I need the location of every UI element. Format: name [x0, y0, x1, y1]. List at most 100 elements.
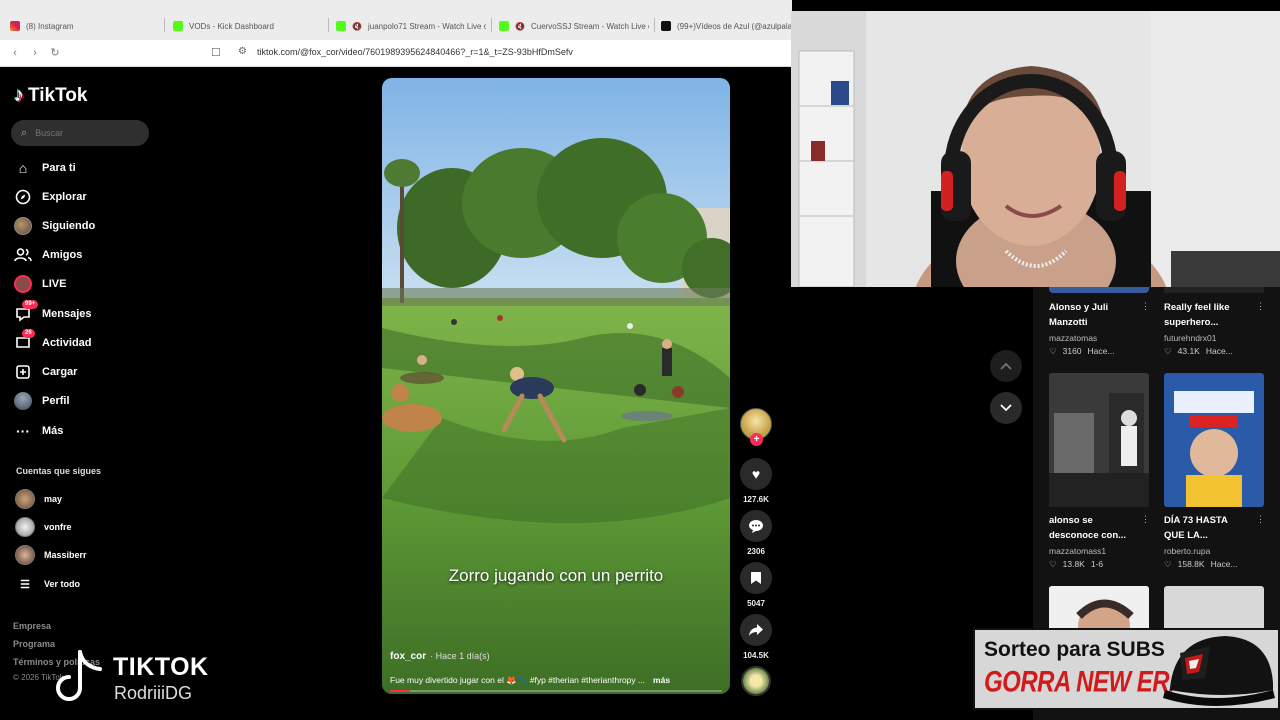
browser-tab-cuervo[interactable]: 🔇 CuervoSSJ Stream - Watch Live o	[499, 14, 649, 38]
card-menu-icon[interactable]: ⋮	[1141, 301, 1150, 312]
sidebar-item-amigos[interactable]: Amigos	[14, 244, 82, 266]
friends-icon	[14, 246, 32, 264]
related-card-2[interactable]: Really feel like superhero... futurehndr…	[1164, 300, 1244, 357]
card-title[interactable]: DÍA 73 HASTA QUE LA...	[1164, 513, 1244, 543]
related-card-3[interactable]: alonso se desconoce con... mazzatomass1 …	[1049, 513, 1129, 570]
card-menu-icon[interactable]: ⋮	[1141, 514, 1150, 525]
scroll-up-button[interactable]	[990, 350, 1022, 382]
activity-icon: 26	[14, 329, 35, 352]
following-account-name: Massiberr	[44, 550, 87, 560]
footer-link-empresa[interactable]: Empresa	[13, 621, 51, 631]
more-link[interactable]: más	[653, 675, 670, 686]
avatar	[15, 545, 35, 565]
card-time: 1-6	[1090, 559, 1104, 569]
heart-outline-icon: ♡	[1164, 559, 1172, 569]
card-menu-icon[interactable]: ⋮	[1256, 514, 1265, 525]
card-user[interactable]: roberto.rupa	[1164, 546, 1244, 556]
video-player[interactable]: Zorro jugando con un perrito fox_cor · H…	[382, 78, 730, 694]
sidebar-item-cargar[interactable]: Cargar	[14, 361, 77, 383]
tab-title: CuervoSSJ Stream - Watch Live o	[530, 21, 649, 31]
comment-button[interactable]: 2306	[740, 510, 772, 556]
watermark-brand: TIKTOK	[113, 653, 209, 681]
forward-arrow-icon[interactable]: ›	[28, 46, 42, 60]
search-input[interactable]	[35, 128, 126, 138]
card-user[interactable]: futurehndrx01	[1164, 333, 1244, 343]
tiktok-logo[interactable]: ♪ TikTok	[14, 84, 87, 107]
search-box[interactable]: ⌕	[11, 120, 149, 146]
reload-icon[interactable]: ↻	[48, 46, 62, 60]
card-time: Hace...	[1087, 346, 1115, 356]
related-thumbnail-3[interactable]	[1049, 373, 1149, 507]
card-likes: 13.8K	[1062, 559, 1085, 569]
card-user[interactable]: mazzatomass1	[1049, 546, 1129, 556]
video-progress-fill	[390, 690, 410, 692]
music-disc-icon[interactable]	[741, 666, 771, 696]
card-title[interactable]: Really feel like superhero...	[1164, 300, 1244, 330]
browser-tab-kick-dashboard[interactable]: VODs - Kick Dashboard	[173, 14, 323, 38]
card-menu-icon[interactable]: ⋮	[1256, 301, 1265, 312]
see-all-link[interactable]: ☰ Ver todo	[15, 574, 80, 594]
follow-plus-icon[interactable]: +	[750, 433, 763, 446]
sidebar-item-live[interactable]: LIVE	[14, 273, 66, 295]
profile-avatar	[14, 392, 32, 410]
video-username[interactable]: fox_cor	[390, 651, 426, 662]
video-description: Fue muy divertido jugar con el 🦊🐾 #fyp #…	[390, 675, 646, 685]
tab-title: (99+)Vídeos de Azul (@azulpalar	[677, 21, 791, 31]
related-thumbnail-4[interactable]	[1164, 373, 1264, 507]
site-settings-icon[interactable]: ⚙	[238, 46, 247, 57]
browser-tab-juanpolo[interactable]: 🔇 juanpolo71 Stream - Watch Live o	[336, 14, 486, 38]
card-title[interactable]: Alonso y Juli Manzotti	[1049, 300, 1129, 330]
instagram-icon	[10, 21, 20, 31]
more-icon: ···	[16, 423, 30, 439]
sidebar-item-mensajes[interactable]: 99+ Mensajes	[14, 300, 92, 325]
kick-icon	[499, 21, 509, 31]
sidebar-item-mas[interactable]: ··· Más	[14, 420, 63, 442]
card-title[interactable]: alonso se desconoce con...	[1049, 513, 1129, 543]
following-account-massiberr[interactable]: Massiberr	[15, 545, 87, 565]
sidebar-item-perfil[interactable]: Perfil	[14, 390, 70, 412]
home-icon: ⌂	[18, 160, 28, 176]
avatar	[15, 489, 35, 509]
sidebar-item-explorar[interactable]: Explorar	[14, 186, 87, 208]
browser-tab-tiktok[interactable]: (99+)Vídeos de Azul (@azulpalar	[661, 14, 791, 38]
sidebar-item-para-ti[interactable]: ⌂ Para ti	[14, 157, 76, 179]
save-button[interactable]: 5047	[740, 562, 772, 608]
watermark-username: RodriiiDG	[114, 683, 193, 703]
following-account-may[interactable]: may	[15, 489, 62, 509]
sidebar-item-label: Perfil	[42, 395, 70, 407]
related-card-1[interactable]: Alonso y Juli Manzotti mazzatomas ♡ 3160…	[1049, 300, 1129, 357]
save-count: 5047	[747, 599, 765, 608]
like-button[interactable]: ♥ 127.6K	[740, 458, 772, 504]
sidebar-item-siguiendo[interactable]: Siguiendo	[14, 215, 95, 237]
muted-speaker-icon[interactable]: 🔇	[352, 22, 362, 31]
footer-link-programa[interactable]: Programa	[13, 639, 55, 649]
heart-icon: ♥	[740, 458, 772, 490]
address-bar: ‹ › ↻ ☐ ⚙ tiktok.com/@fox_cor/video/7601…	[0, 40, 792, 67]
card-user[interactable]: mazzatomas	[1049, 333, 1129, 343]
avatar	[14, 217, 32, 235]
browser-tab-instagram[interactable]: (8) Instagram	[10, 14, 160, 38]
tiktok-watermark-icon	[56, 650, 102, 701]
back-arrow-icon[interactable]: ‹	[8, 46, 22, 60]
related-card-4[interactable]: DÍA 73 HASTA QUE LA... roberto.rupa ♡ 15…	[1164, 513, 1244, 570]
tab-separator	[491, 18, 492, 32]
bookmark-icon[interactable]: ☐	[211, 46, 221, 59]
sidebar-item-label: Amigos	[42, 249, 83, 261]
comment-count: 2306	[747, 547, 765, 556]
scroll-down-button[interactable]	[990, 392, 1022, 424]
following-account-vonfre[interactable]: vonfre	[15, 517, 72, 537]
video-author[interactable]: fox_cor · Hace 1 día(s)	[390, 651, 490, 662]
video-progress-bar[interactable]	[390, 690, 722, 692]
chevron-up-icon	[1000, 362, 1012, 370]
browser-tab-bar: (8) Instagram VODs - Kick Dashboard 🔇 ju…	[0, 0, 792, 40]
activity-badge: 26	[22, 329, 35, 338]
muted-speaker-icon[interactable]: 🔇	[515, 22, 525, 31]
search-icon: ⌕	[21, 126, 28, 139]
see-all-label: Ver todo	[44, 579, 81, 589]
message-icon: 99+	[14, 300, 39, 323]
share-button[interactable]: 104.5K	[740, 614, 772, 660]
url-text[interactable]: tiktok.com/@fox_cor/video/76019893956248…	[257, 47, 573, 57]
tiktok-logo-text: TikTok	[28, 84, 88, 106]
sidebar-item-actividad[interactable]: 26 Actividad	[14, 329, 92, 354]
video-frame	[382, 78, 730, 694]
